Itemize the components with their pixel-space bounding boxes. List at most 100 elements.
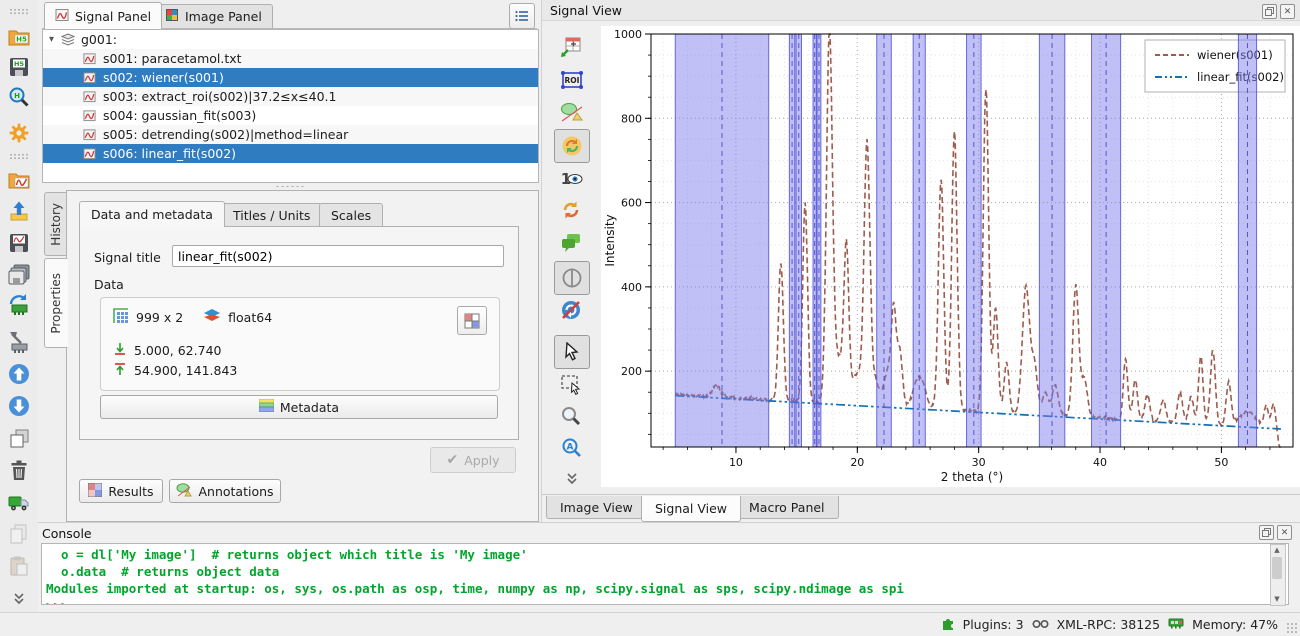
- xmlrpc-status: XML-RPC: 38125: [1057, 617, 1161, 632]
- curve-stats-icon[interactable]: [560, 36, 584, 60]
- zoom-tool-icon[interactable]: [560, 405, 584, 429]
- roi-band[interactable]: [1238, 34, 1256, 447]
- signal-title-input[interactable]: [172, 245, 504, 267]
- tab-scales[interactable]: Scales: [319, 203, 383, 226]
- signal-tree[interactable]: ▾ g001: s001: paracetamol.txts002: wiener(…: [42, 29, 539, 183]
- delete-icon[interactable]: [7, 458, 31, 482]
- tab-image-panel[interactable]: Image Panel: [154, 4, 273, 28]
- roi-band[interactable]: [1092, 34, 1121, 447]
- save-hdf5-icon[interactable]: H5: [7, 55, 31, 79]
- show-first-only-icon[interactable]: 1: [560, 167, 584, 191]
- apply-button[interactable]: ✔ Apply: [430, 447, 516, 473]
- auto-refresh-toggle-icon[interactable]: [554, 129, 590, 163]
- data-min-row: 5.000, 62.740: [113, 342, 221, 359]
- tree-item-s002[interactable]: s002: wiener(s001): [43, 68, 538, 87]
- tree-item-label: s005: detrending(s002)|method=linear: [103, 127, 348, 142]
- resize-grip[interactable]: [1286, 622, 1298, 634]
- roi-band[interactable]: [813, 34, 816, 447]
- browse-hdf5-icon[interactable]: H: [7, 85, 31, 109]
- move-up-icon[interactable]: [7, 362, 31, 386]
- console-line: >>>: [46, 597, 1288, 605]
- save-signal-icon[interactable]: [7, 231, 31, 255]
- move-down-icon[interactable]: [7, 394, 31, 418]
- expand-arrow-icon[interactable]: ▾: [49, 34, 61, 45]
- tab-macro-panel[interactable]: Macro Panel: [735, 496, 839, 519]
- axes-sync-icon[interactable]: [554, 261, 590, 295]
- tab-properties[interactable]: Properties: [44, 258, 68, 348]
- refresh-icon[interactable]: [560, 199, 584, 223]
- zoom-fit-icon[interactable]: A: [560, 437, 584, 461]
- tab-history[interactable]: History: [44, 192, 67, 256]
- tree-group-g001[interactable]: ▾ g001:: [43, 30, 538, 49]
- more-tools-chevron-icon[interactable]: [560, 472, 584, 486]
- results-button[interactable]: Results: [79, 479, 163, 503]
- open-signal-icon[interactable]: [7, 168, 31, 192]
- toolbar-grip[interactable]: [9, 8, 29, 15]
- toolbar-more-chevron-icon[interactable]: [7, 592, 31, 606]
- import-signal-icon[interactable]: [7, 199, 31, 223]
- data-shape-row: 999 x 2 float64: [113, 308, 272, 327]
- tab-signal-view[interactable]: Signal View: [641, 496, 741, 522]
- copy-icon[interactable]: [7, 522, 31, 546]
- save-all-icon[interactable]: [7, 262, 31, 286]
- metadata-button[interactable]: Metadata: [100, 395, 498, 419]
- roi-band[interactable]: [877, 34, 892, 447]
- group-icon: [61, 33, 77, 47]
- roi-band[interactable]: [796, 34, 801, 447]
- open-hdf5-icon[interactable]: H5: [7, 25, 31, 49]
- plot-legend: wiener(s001)linear_fit(s002): [1145, 40, 1285, 92]
- float-panel-icon[interactable]: [1262, 4, 1277, 19]
- settings-gear-icon[interactable]: [7, 121, 31, 145]
- console-close-icon[interactable]: ✕: [1277, 525, 1292, 540]
- tree-item-s001[interactable]: s001: paracetamol.txt: [43, 49, 538, 68]
- tab-image-view[interactable]: Image View: [546, 496, 647, 519]
- console-float-icon[interactable]: [1259, 525, 1274, 540]
- tree-item-s006[interactable]: s006: linear_fit(s002): [43, 144, 538, 163]
- roi-band[interactable]: [675, 34, 768, 447]
- roi-tool-icon[interactable]: ROI: [560, 68, 584, 92]
- annotations-tool-icon[interactable]: [560, 100, 584, 124]
- no-rotation-icon[interactable]: [560, 299, 584, 323]
- console-output[interactable]: o = dl['My image'] # returns object whic…: [41, 543, 1289, 605]
- view-data-table-button[interactable]: [457, 306, 487, 335]
- scroll-up-icon[interactable]: ▲: [1271, 545, 1283, 556]
- tree-item-label: s004: gaussian_fit(s003): [103, 108, 256, 123]
- pointer-tool-icon[interactable]: [554, 335, 590, 369]
- duplicate-icon[interactable]: [7, 426, 31, 450]
- roi-band[interactable]: [1039, 34, 1064, 447]
- tree-group-label: g001:: [81, 32, 117, 47]
- rect-select-tool-icon[interactable]: [560, 373, 584, 397]
- signal-plot[interactable]: wiener(s001)linear_fit(s002)102030405020…: [601, 26, 1300, 487]
- xmlrpc-icon: [1032, 617, 1049, 632]
- roi-band[interactable]: [817, 34, 821, 447]
- tab-signal-panel[interactable]: Signal Panel: [44, 2, 162, 29]
- toolbar-grip[interactable]: [9, 153, 29, 160]
- console-line: o.data # returns object data: [46, 563, 1288, 580]
- roi-band[interactable]: [967, 34, 982, 447]
- roi-band[interactable]: [789, 34, 794, 447]
- import-memory-icon[interactable]: [7, 292, 31, 316]
- tab-titles-units[interactable]: Titles / Units: [221, 203, 322, 226]
- signal-plot-canvas[interactable]: wiener(s001)linear_fit(s002)102030405020…: [601, 26, 1300, 487]
- signal-icon: [83, 109, 99, 122]
- tree-item-s003[interactable]: s003: extract_roi(s002)|37.2≤x≤40.1: [43, 87, 538, 106]
- panel-menu-button[interactable]: [509, 3, 535, 29]
- labels-icon[interactable]: [560, 231, 584, 255]
- plugins-icon: [941, 616, 955, 633]
- close-panel-icon[interactable]: ✕: [1280, 4, 1295, 19]
- panel-splitter[interactable]: [42, 183, 537, 189]
- roi-band[interactable]: [913, 34, 925, 447]
- svg-text:ROI: ROI: [565, 76, 580, 85]
- tab-data-and-metadata[interactable]: Data and metadata: [79, 201, 225, 227]
- paste-icon[interactable]: [7, 554, 31, 578]
- export-memory-icon[interactable]: [7, 330, 31, 354]
- data-info-box: 999 x 2 float64 5.000, 62.740 54.: [100, 297, 500, 391]
- scroll-thumb[interactable]: [1272, 557, 1282, 579]
- tree-item-s005[interactable]: s005: detrending(s002)|method=linear: [43, 125, 538, 144]
- scroll-down-icon[interactable]: ▼: [1271, 594, 1283, 605]
- annotations-button[interactable]: Annotations: [169, 479, 281, 503]
- signal-view-panel: Signal View ✕ ROI 1: [541, 0, 1300, 522]
- console-scrollbar[interactable]: ▲ ▼: [1270, 544, 1286, 606]
- delete-all-icon[interactable]: [7, 490, 31, 514]
- tree-item-s004[interactable]: s004: gaussian_fit(s003): [43, 106, 538, 125]
